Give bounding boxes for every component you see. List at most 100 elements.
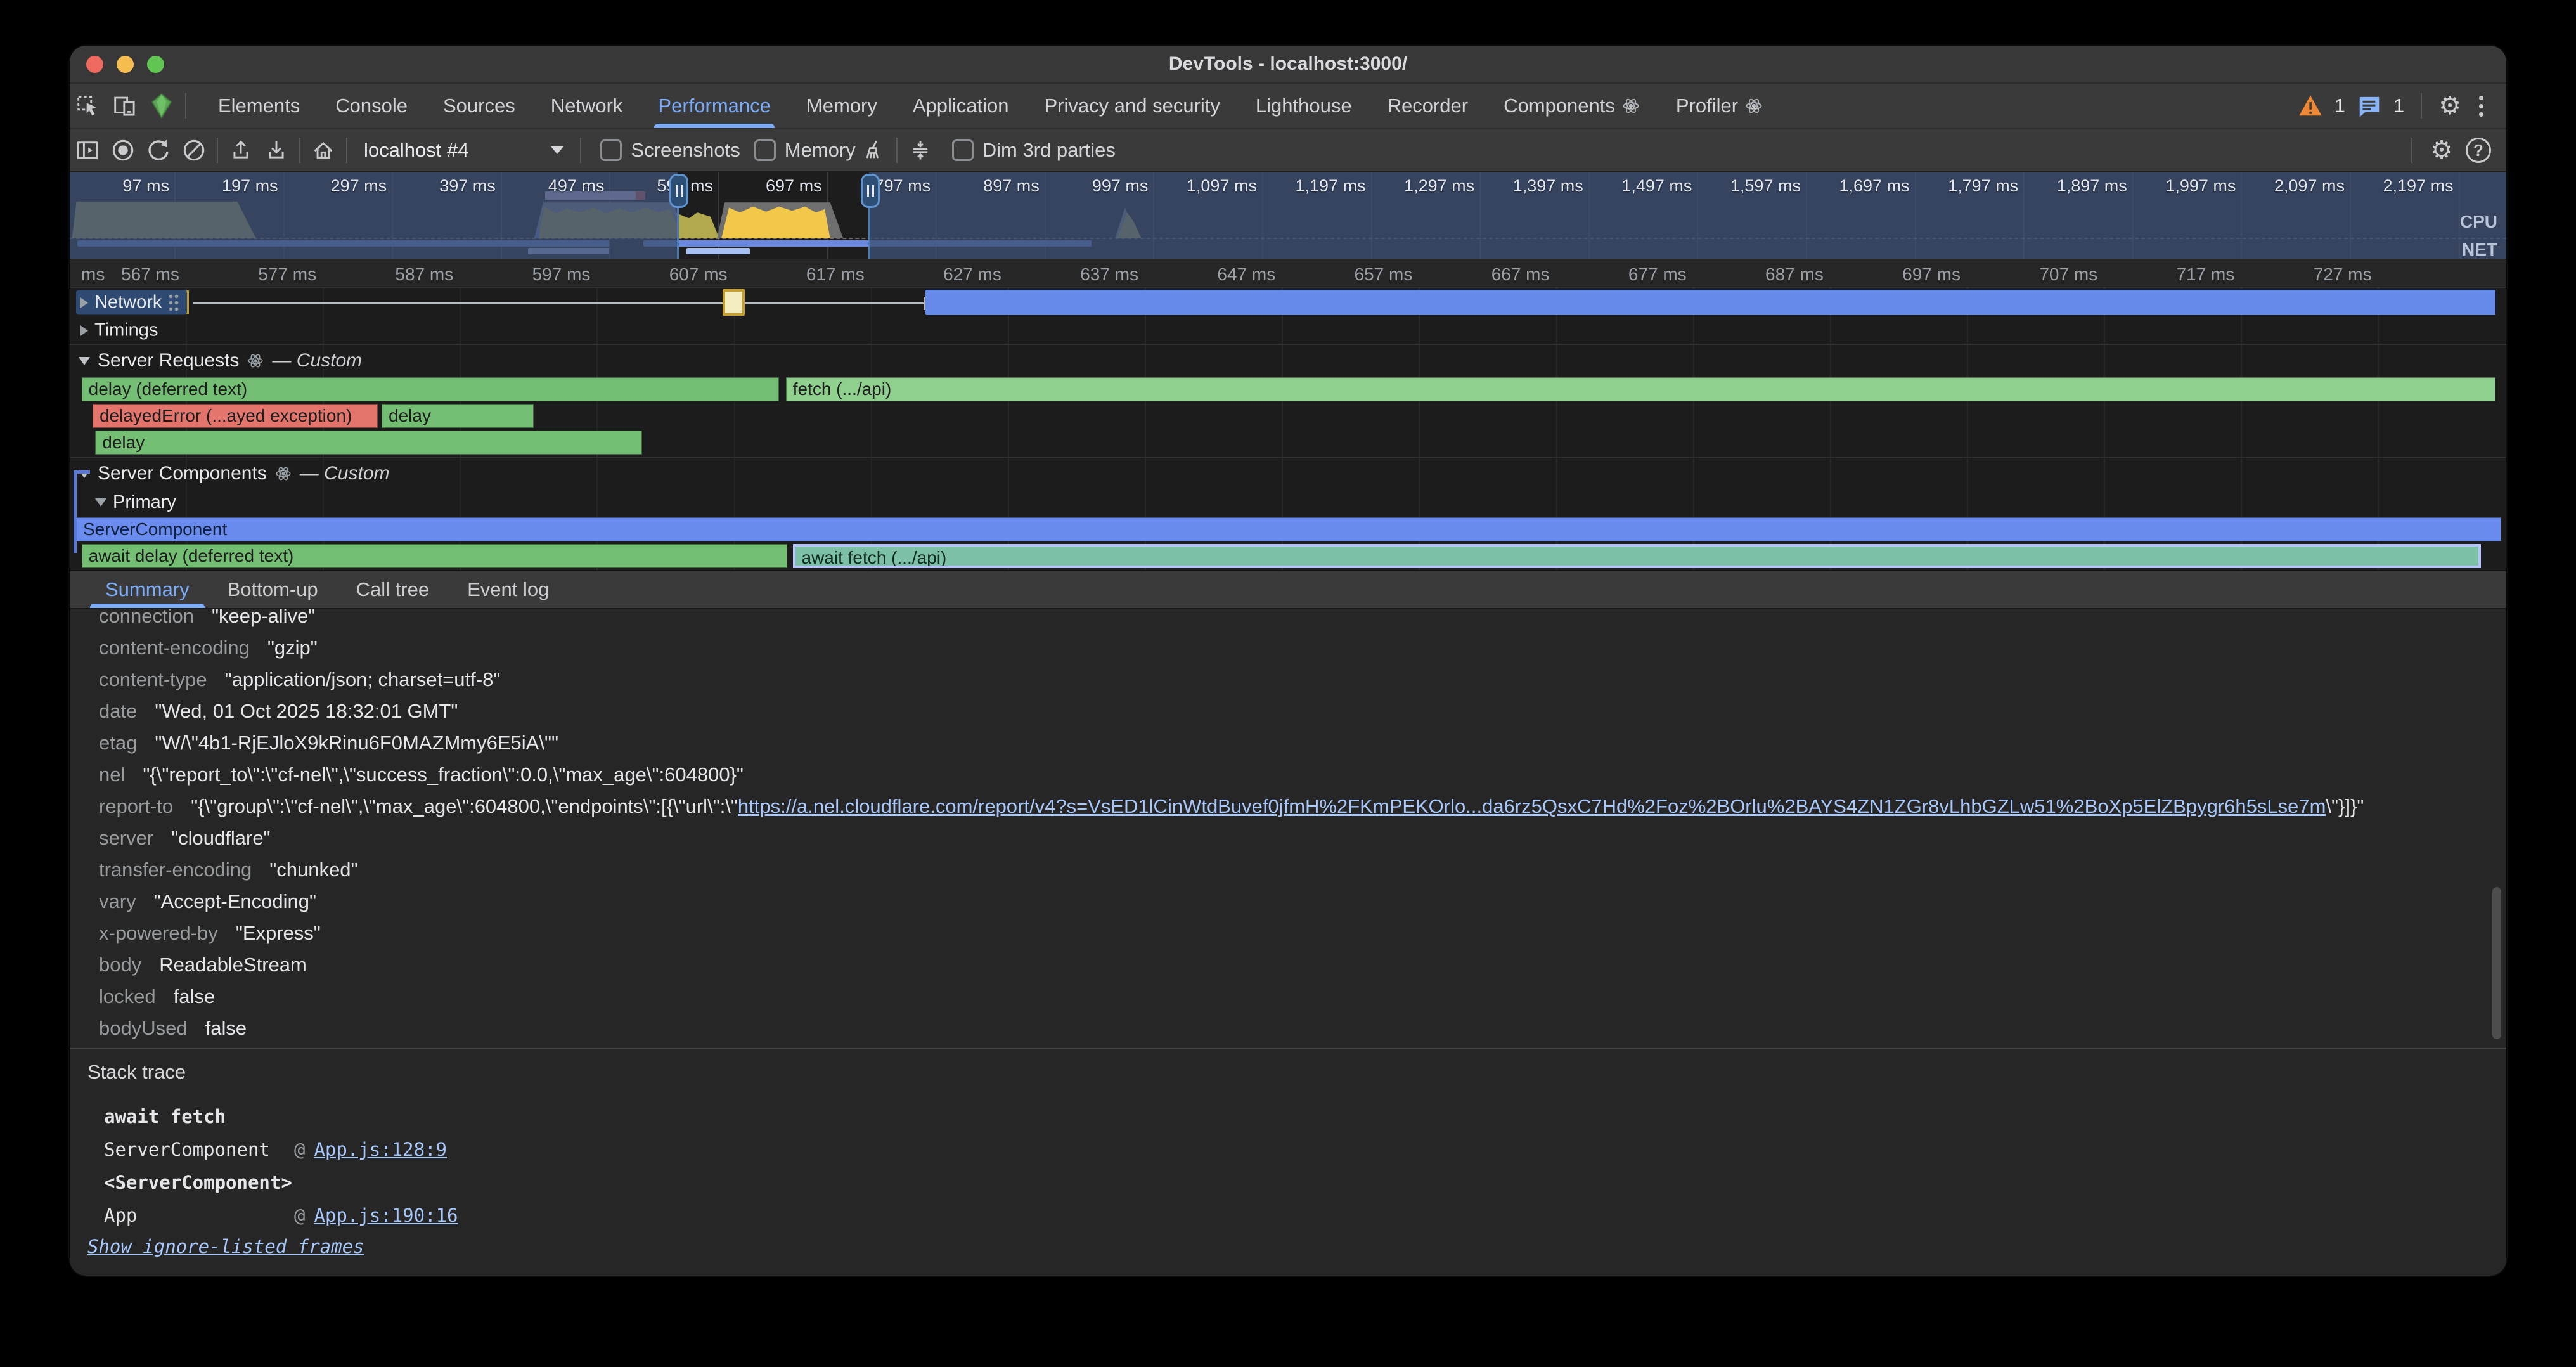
- flame-bar[interactable]: ServerComponent: [76, 517, 2501, 541]
- header-value-link[interactable]: https://a.nel.cloudflare.com/report/v4?s…: [738, 795, 2326, 817]
- network-request-whisker[interactable]: [193, 302, 925, 304]
- header-row: bodyUsedfalse: [99, 1013, 2468, 1044]
- tab-network[interactable]: Network: [533, 84, 641, 128]
- memory-checkbox[interactable]: Memory: [754, 139, 856, 162]
- network-request-bar[interactable]: [925, 290, 2496, 315]
- details-tab-event-log[interactable]: Event log: [448, 571, 568, 608]
- help-icon[interactable]: ?: [2466, 138, 2491, 163]
- history-select[interactable]: localhost #4: [352, 139, 575, 162]
- stack-frame-location-link[interactable]: App.js:128:9: [314, 1139, 447, 1160]
- inspect-element-icon[interactable]: [70, 86, 106, 126]
- clear-button[interactable]: [176, 133, 212, 168]
- flame-bar-label: delay: [389, 406, 431, 425]
- vertical-scrollbar[interactable]: [2492, 887, 2501, 1039]
- ruler-tick-label: 647 ms: [1217, 264, 1275, 285]
- flame-bar[interactable]: delay: [382, 404, 534, 428]
- ruler-tick-label: 667 ms: [1491, 264, 1550, 285]
- settings-gear-icon[interactable]: ⚙: [2438, 93, 2461, 119]
- flame-bar[interactable]: delay (deferred text): [82, 377, 779, 401]
- kebab-menu-icon[interactable]: [2473, 92, 2490, 120]
- tab-lighthouse[interactable]: Lighthouse: [1238, 84, 1370, 128]
- tab-application[interactable]: Application: [895, 84, 1027, 128]
- record-button[interactable]: [105, 133, 141, 168]
- stack-frame-location-link[interactable]: App.js:190:16: [314, 1205, 458, 1226]
- details-tab-summary[interactable]: Summary: [86, 571, 209, 608]
- save-profile-icon[interactable]: [259, 133, 294, 168]
- overview-tick-label: 397 ms: [439, 176, 496, 196]
- tab-label: Performance: [658, 94, 770, 117]
- show-ignore-listed-frames-link[interactable]: Show ignore-listed frames: [87, 1236, 364, 1257]
- home-icon[interactable]: [306, 133, 341, 168]
- stack-frame: await fetch: [104, 1100, 2468, 1133]
- header-key: content-encoding: [99, 637, 250, 659]
- timeline-overview[interactable]: 97 ms197 ms297 ms397 ms497 ms597 ms697 m…: [70, 172, 2506, 259]
- load-profile-icon[interactable]: [223, 133, 259, 168]
- network-track[interactable]: Network: [70, 288, 2506, 317]
- timings-track[interactable]: Timings: [70, 317, 2506, 344]
- tab-recorder[interactable]: Recorder: [1370, 84, 1486, 128]
- tab-elements[interactable]: Elements: [200, 84, 318, 128]
- tab-components[interactable]: Components: [1486, 84, 1658, 128]
- tab-sources[interactable]: Sources: [425, 84, 533, 128]
- details-tab-label: Event log: [467, 578, 549, 601]
- network-request-pending-block[interactable]: [723, 289, 745, 316]
- ruler-tick-label: 567 ms: [121, 264, 179, 285]
- overview-handle-left[interactable]: [669, 174, 688, 208]
- stack-frame: App@App.js:190:16: [104, 1199, 2468, 1232]
- tab-performance[interactable]: Performance: [640, 84, 788, 128]
- header-value: "cloudflare": [171, 827, 270, 849]
- subtrack-header[interactable]: Primary: [70, 489, 2506, 517]
- tab-label: Memory: [806, 94, 877, 117]
- timings-track-label[interactable]: Timings: [76, 318, 165, 343]
- flame-bar[interactable]: fetch (.../api): [786, 377, 2496, 401]
- net-lane-label: NET: [2462, 240, 2497, 259]
- tab-label: Lighthouse: [1256, 94, 1352, 117]
- details-tab-bottom-up[interactable]: Bottom-up: [209, 571, 337, 608]
- toolbar-right-controls: ⚙ ?: [2406, 138, 2506, 163]
- overview-handle-left-line: [677, 204, 679, 259]
- track-group-label: Server Requests: [98, 350, 239, 372]
- overview-tick-label: 1,297 ms: [1404, 176, 1474, 196]
- header-value: "keep-alive": [212, 609, 315, 627]
- ruler-tick-label: 577 ms: [258, 264, 316, 285]
- tabbar-right-controls: 1 1 ⚙: [2298, 92, 2506, 120]
- device-toolbar-icon[interactable]: [106, 86, 143, 126]
- details-tab-call-tree[interactable]: Call tree: [337, 571, 448, 608]
- tab-memory[interactable]: Memory: [789, 84, 895, 128]
- flame-bar[interactable]: delayedError (...ayed exception): [93, 404, 378, 428]
- header-key: etag: [99, 732, 137, 754]
- toggle-sidebar-icon[interactable]: [70, 133, 105, 168]
- track-group-header[interactable]: Server Requests— Custom: [70, 344, 2506, 377]
- collect-garbage-icon[interactable]: [856, 133, 891, 168]
- ruler-tick-label: 587 ms: [395, 264, 453, 285]
- ruler-tick-label: 657 ms: [1355, 264, 1413, 285]
- tab-privacy-and-security[interactable]: Privacy and security: [1027, 84, 1238, 128]
- record-and-reload-button[interactable]: [141, 133, 176, 168]
- track-group-header[interactable]: Server Components— Custom: [70, 457, 2506, 489]
- tab-profiler[interactable]: Profiler: [1658, 84, 1781, 128]
- capture-settings-gear-icon[interactable]: ⚙: [2430, 138, 2453, 163]
- overview-tick-label: 1,697 ms: [1839, 176, 1910, 196]
- performance-toolbar: localhost #4 Screenshots Memory Dim 3rd: [70, 129, 2506, 172]
- screenshots-checkbox[interactable]: Screenshots: [600, 139, 740, 162]
- flame-bar[interactable]: await fetch (.../api): [793, 544, 2481, 568]
- overview-tick-label: 2,097 ms: [2274, 176, 2345, 196]
- collapse-timeline-icon[interactable]: [903, 133, 938, 168]
- drag-grip-icon[interactable]: [168, 293, 179, 312]
- flame-bar[interactable]: await delay (deferred text): [82, 544, 787, 568]
- flame-bar[interactable]: delay: [95, 431, 641, 455]
- overview-tick-label: 697 ms: [766, 176, 822, 196]
- panel-tabbar: ElementsConsoleSourcesNetwork Performance…: [70, 84, 2506, 129]
- tab-console[interactable]: Console: [318, 84, 425, 128]
- overview-tick-label: 1,397 ms: [1513, 176, 1583, 196]
- issues-message-icon[interactable]: [2357, 93, 2382, 119]
- disclosure-down-icon: [79, 357, 90, 365]
- flame-bar-label: fetch (.../api): [793, 379, 892, 399]
- dim-3rd-parties-checkbox[interactable]: Dim 3rd parties: [952, 139, 1116, 162]
- warning-icon[interactable]: [2298, 93, 2323, 119]
- network-track-label[interactable]: Network: [76, 290, 187, 315]
- header-key: nel: [99, 763, 125, 786]
- details-tab-label: Call tree: [356, 578, 429, 601]
- overview-handle-right[interactable]: [861, 174, 880, 208]
- track-group-suffix: — Custom: [300, 463, 390, 484]
